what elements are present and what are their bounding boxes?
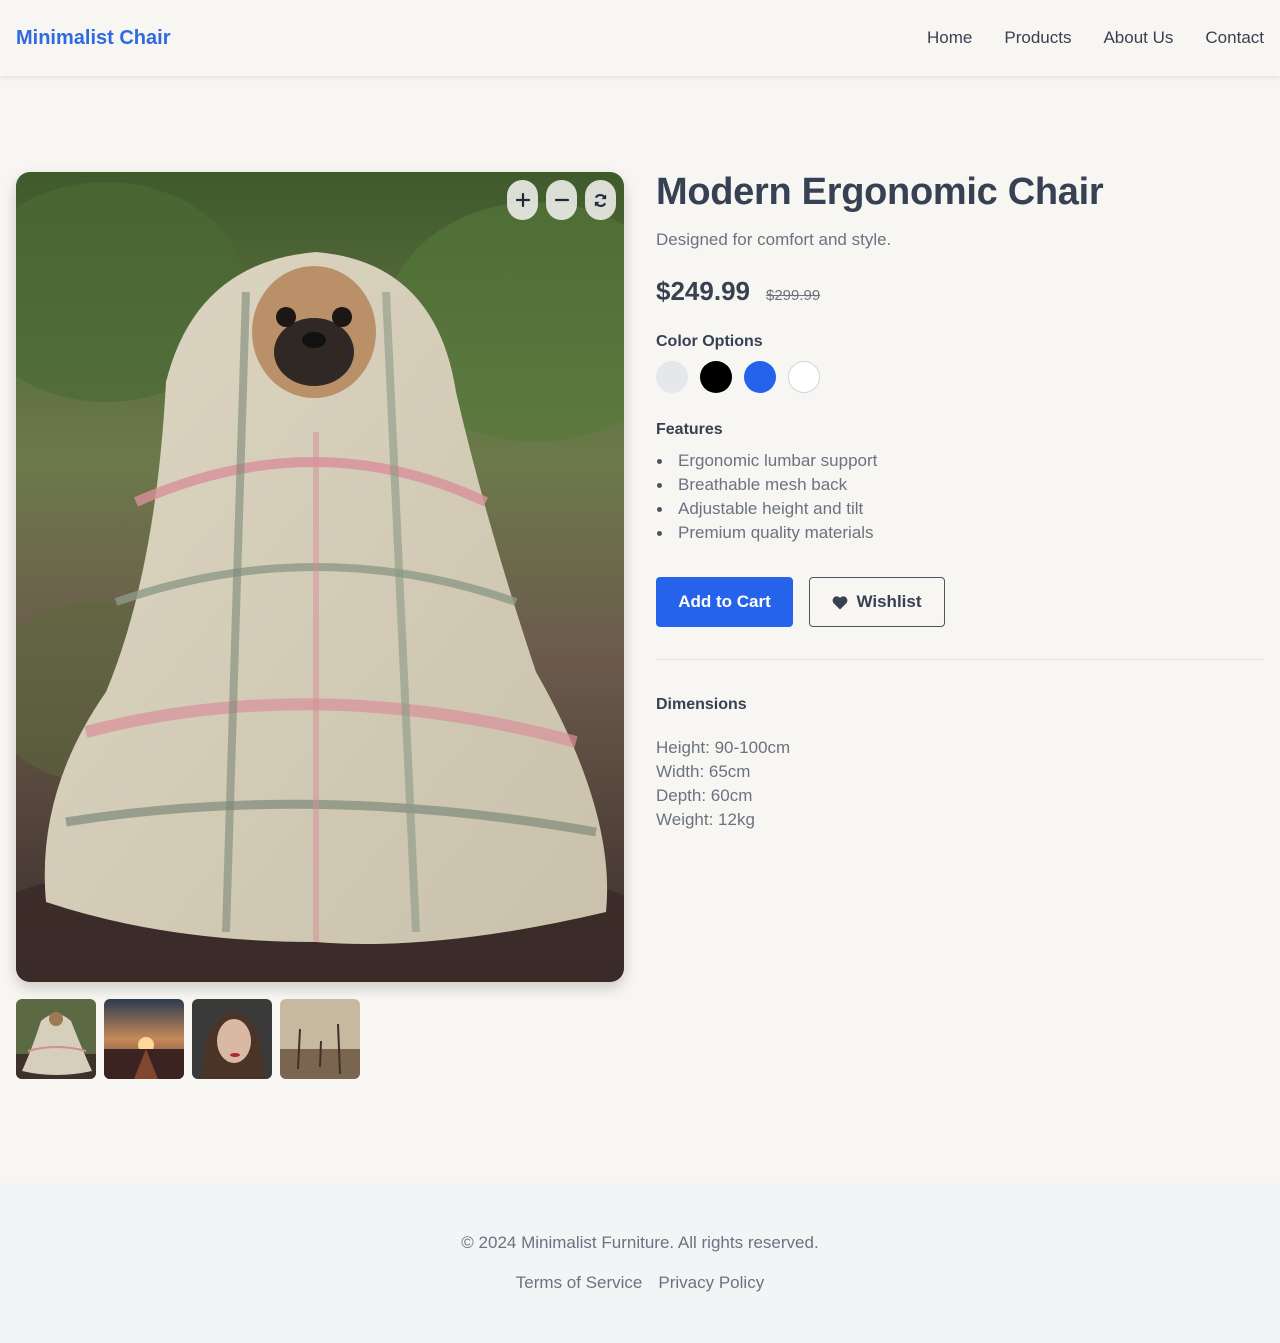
nav-products[interactable]: Products xyxy=(1004,28,1071,48)
zoom-out-icon xyxy=(554,198,569,202)
privacy-policy-link[interactable]: Privacy Policy xyxy=(658,1273,764,1293)
product-info: Modern Ergonomic Chair Designed for comf… xyxy=(656,168,1264,832)
add-to-cart-button[interactable]: Add to Cart xyxy=(656,577,793,627)
color-swatches xyxy=(656,361,1264,393)
dimensions-label: Dimensions xyxy=(656,696,747,713)
thumbnail-sunset[interactable] xyxy=(104,999,184,1079)
zoom-controls xyxy=(507,180,616,220)
footer-links: Terms of Service Privacy Policy xyxy=(0,1273,1280,1293)
dimensions-list: Height: 90-100cm Width: 65cm Depth: 60cm… xyxy=(656,736,1264,832)
main-product-image[interactable] xyxy=(16,172,624,982)
features-label: Features xyxy=(656,421,723,438)
product-subtitle: Designed for comfort and style. xyxy=(656,230,892,249)
feature-item: Premium quality materials xyxy=(656,521,1264,545)
feature-item: Ergonomic lumbar support xyxy=(656,449,1264,473)
color-swatch-light-gray[interactable] xyxy=(656,361,688,393)
product-actions: Add to Cart Wishlist xyxy=(656,577,1264,627)
wishlist-button[interactable]: Wishlist xyxy=(809,577,945,627)
nav-home[interactable]: Home xyxy=(927,28,972,48)
original-price: $299.99 xyxy=(765,287,821,304)
brand-logo[interactable]: Minimalist Chair xyxy=(16,27,170,50)
nav-contact[interactable]: Contact xyxy=(1205,28,1264,48)
product-title: Modern Ergonomic Chair xyxy=(656,171,1104,213)
feature-item: Breathable mesh back xyxy=(656,473,1264,497)
thumbnail-trees[interactable] xyxy=(280,999,360,1079)
thumbnail-portrait[interactable] xyxy=(192,999,272,1079)
thumbnail-pug[interactable] xyxy=(16,999,96,1079)
trees-thumbnail-image xyxy=(280,999,360,1079)
pug-thumbnail-image xyxy=(16,999,96,1079)
color-options-label: Color Options xyxy=(656,333,763,350)
terms-of-service-link[interactable]: Terms of Service xyxy=(516,1273,643,1293)
site-footer: © 2024 Minimalist Furniture. All rights … xyxy=(0,1183,1280,1343)
zoom-in-icon xyxy=(515,193,530,207)
section-divider xyxy=(656,659,1264,660)
features-list: Ergonomic lumbar support Breathable mesh… xyxy=(656,449,1264,545)
dimension-weight: Weight: 12kg xyxy=(656,810,755,829)
sunset-thumbnail-image xyxy=(104,999,184,1079)
color-swatch-black[interactable] xyxy=(700,361,732,393)
price-row: $249.99 $299.99 xyxy=(656,276,1264,307)
nav-about-us[interactable]: About Us xyxy=(1103,28,1173,48)
portrait-thumbnail-image xyxy=(192,999,272,1079)
dimension-height: Height: 90-100cm xyxy=(656,738,791,757)
zoom-out-button[interactable] xyxy=(546,180,577,220)
heart-icon xyxy=(833,595,848,609)
thumbnail-strip xyxy=(16,999,360,1079)
feature-item: Adjustable height and tilt xyxy=(656,497,1264,521)
site-header: Minimalist Chair Home Products About Us … xyxy=(0,0,1280,76)
zoom-in-button[interactable] xyxy=(507,180,538,220)
reset-zoom-button[interactable] xyxy=(585,180,616,220)
main-nav: Home Products About Us Contact xyxy=(927,28,1264,48)
pug-in-blanket-photo xyxy=(16,172,624,982)
color-swatch-white[interactable] xyxy=(788,361,820,393)
dimension-depth: Depth: 60cm xyxy=(656,786,753,805)
refresh-icon xyxy=(594,193,607,207)
dimension-width: Width: 65cm xyxy=(656,762,751,781)
wishlist-label: Wishlist xyxy=(856,592,922,611)
copyright-text: © 2024 Minimalist Furniture. All rights … xyxy=(461,1233,819,1252)
color-swatch-blue[interactable] xyxy=(744,361,776,393)
current-price: $249.99 xyxy=(656,276,750,306)
